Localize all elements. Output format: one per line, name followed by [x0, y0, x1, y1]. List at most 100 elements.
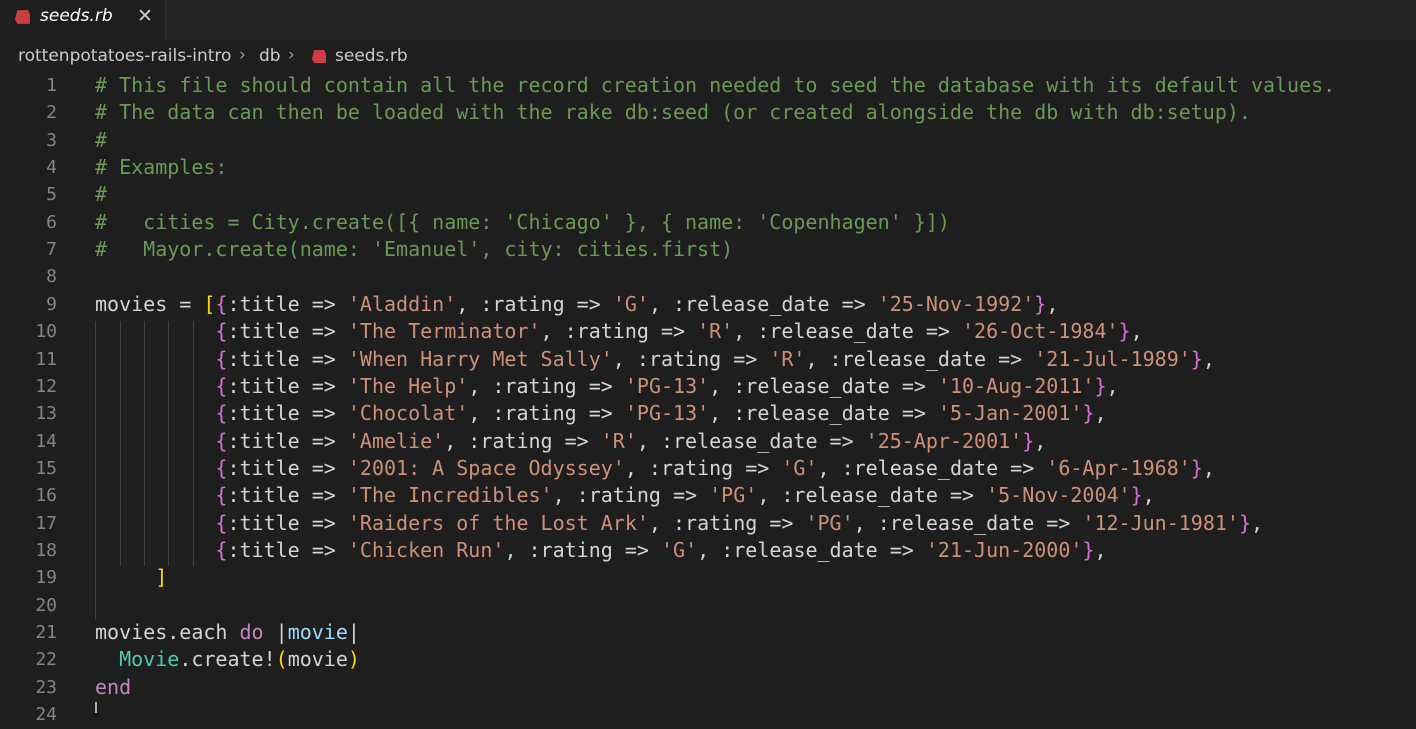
code-token: '26-Oct-1984' [962, 319, 1119, 344]
code-line[interactable]: 7 # Mayor.create(name: 'Emanuel', city: c… [0, 237, 1416, 264]
code-token: , :rating => [468, 401, 625, 426]
code-line[interactable]: 3 # [0, 128, 1416, 155]
code-line[interactable]: 20 [0, 593, 1416, 620]
code-token: { [215, 346, 228, 371]
line-number: 4 [46, 157, 57, 179]
code-token: } [1118, 319, 1131, 344]
code-token: , :release_date => [805, 346, 1035, 371]
code-line[interactable]: 11 {:title => 'When Harry Met Sally', :r… [0, 347, 1416, 374]
code-token: 'PG' [709, 483, 758, 508]
code-token: '10-Aug-2011' [937, 373, 1095, 398]
line-number: 8 [46, 266, 57, 288]
code-line[interactable]: 1 # This file should contain all the reco… [0, 73, 1416, 100]
code-token: , :release_date => [709, 401, 938, 426]
code-token: , :release_date => [733, 319, 962, 344]
code-token: # [95, 127, 108, 152]
code-line[interactable]: 2 # The data can then be loaded with the … [0, 100, 1416, 127]
code-line[interactable]: 19 ] [0, 565, 1416, 592]
tab-seeds-rb[interactable]: seeds.rb ✕ [0, 0, 166, 40]
code-token: '2001: A Space Odyssey' [347, 455, 625, 480]
code-token: :title => [227, 373, 348, 398]
code-line[interactable]: 16 {:title => 'The Incredibles', :rating… [0, 483, 1416, 510]
code-token: .create! [179, 647, 276, 672]
code-text: # This file should contain all the recor… [95, 73, 1335, 97]
code-token: , :rating => [552, 483, 710, 508]
code-token: 'G' [612, 291, 649, 316]
code-line[interactable]: 4 # Examples: [0, 155, 1416, 182]
line-number: 1 [46, 75, 57, 96]
line-number: 19 [35, 567, 57, 589]
code-token: { [215, 483, 228, 508]
breadcrumb-project[interactable]: rottenpotatoes-rails-intro [18, 46, 231, 66]
code-token: :title => [227, 401, 348, 426]
code-token: } [1094, 373, 1107, 398]
code-line[interactable]: 22 Movie.create!(movie) [0, 647, 1416, 674]
code-line[interactable]: 12 {:title => 'The Help', :rating => 'PG… [0, 374, 1416, 401]
line-number: 18 [35, 539, 57, 561]
line-number: 22 [35, 649, 57, 671]
code-token: # [95, 182, 108, 207]
code-token: } [1082, 537, 1095, 562]
code-token: :title => [227, 346, 348, 371]
code-token: , :release_date => [757, 483, 987, 508]
code-token: , :release_date => [709, 373, 938, 398]
code-line[interactable]: 24 [0, 702, 1416, 729]
code-token: 'PG-13' [624, 373, 710, 398]
code-token: , :rating => [444, 428, 601, 453]
line-number: 7 [46, 239, 57, 261]
code-text: # The data can then be loaded with the r… [95, 100, 1251, 124]
code-token: :title => [227, 455, 348, 480]
code-text: {:title => 'Chocolat', :rating => 'PG-13… [95, 401, 1106, 426]
code-token: '5-Nov-2004' [986, 483, 1131, 508]
code-token: , :release_date => [853, 510, 1083, 535]
code-line[interactable]: 6 # cities = City.create([{ name: 'Chicag… [0, 210, 1416, 237]
code-token: # Mayor.create(name: 'Emanuel', city: ci… [95, 237, 734, 262]
code-token: :title => [227, 291, 348, 316]
code-token: , [1202, 455, 1215, 480]
code-line[interactable]: 17 {:title => 'Raiders of the Lost Ark',… [0, 511, 1416, 538]
close-icon[interactable]: ✕ [135, 5, 155, 27]
code-token: , [1094, 537, 1107, 562]
code-line[interactable]: 9 movies = [{:title => 'Aladdin', :rating… [0, 292, 1416, 319]
line-number: 17 [35, 512, 57, 534]
code-text: {:title => '2001: A Space Odyssey', :rat… [95, 455, 1215, 480]
code-token: :title => [227, 428, 348, 453]
code-token: '12-Jun-1981' [1082, 510, 1239, 535]
code-token: , :release_date => [817, 455, 1047, 480]
code-token: , :release_date => [648, 291, 878, 316]
code-editor[interactable]: 1 # This file should contain all the reco… [0, 72, 1416, 725]
code-text: ] [95, 565, 167, 589]
code-line[interactable]: 14 {:title => 'Amelie', :rating => 'R', … [0, 429, 1416, 456]
code-text: movies.each do |movie| [95, 620, 360, 644]
code-token: , [1130, 319, 1143, 344]
code-text: {:title => 'The Terminator', :rating => … [95, 319, 1143, 344]
code-text: {:title => 'Amelie', :rating => 'R', :re… [95, 429, 1046, 453]
code-line[interactable]: 5 # [0, 182, 1416, 209]
code-token: , :rating => [540, 319, 698, 344]
code-line[interactable]: 23 end [0, 675, 1416, 702]
code-text: end [95, 675, 131, 699]
breadcrumb-file[interactable]: seeds.rb [335, 46, 408, 66]
code-token: { [215, 537, 228, 562]
code-token: '21-Jul-1989' [1034, 346, 1191, 371]
code-line[interactable]: 8 [0, 264, 1416, 291]
code-token: :title => [227, 319, 348, 344]
code-token: { [215, 401, 228, 426]
code-token: :title => [227, 483, 348, 508]
code-line[interactable]: 13 {:title => 'Chocolat', :rating => 'PG… [0, 401, 1416, 428]
code-line[interactable]: 18 {:title => 'Chicken Run', :rating => … [0, 538, 1416, 565]
code-token: , :rating => [504, 537, 661, 562]
code-line[interactable]: 10 {:title => 'The Terminator', :rating … [0, 319, 1416, 346]
breadcrumb-folder[interactable]: db [259, 46, 281, 66]
line-number: 2 [46, 102, 57, 124]
code-line[interactable]: 21 movies.each do |movie| [0, 620, 1416, 647]
code-line[interactable]: 15 {:title => '2001: A Space Odyssey', :… [0, 456, 1416, 483]
code-token: 'R' [769, 346, 806, 371]
code-token: 'Chicken Run' [347, 537, 505, 562]
code-text: # Mayor.create(name: 'Emanuel', city: ci… [95, 237, 733, 261]
code-text: {:title => 'Raiders of the Lost Ark', :r… [95, 511, 1263, 535]
